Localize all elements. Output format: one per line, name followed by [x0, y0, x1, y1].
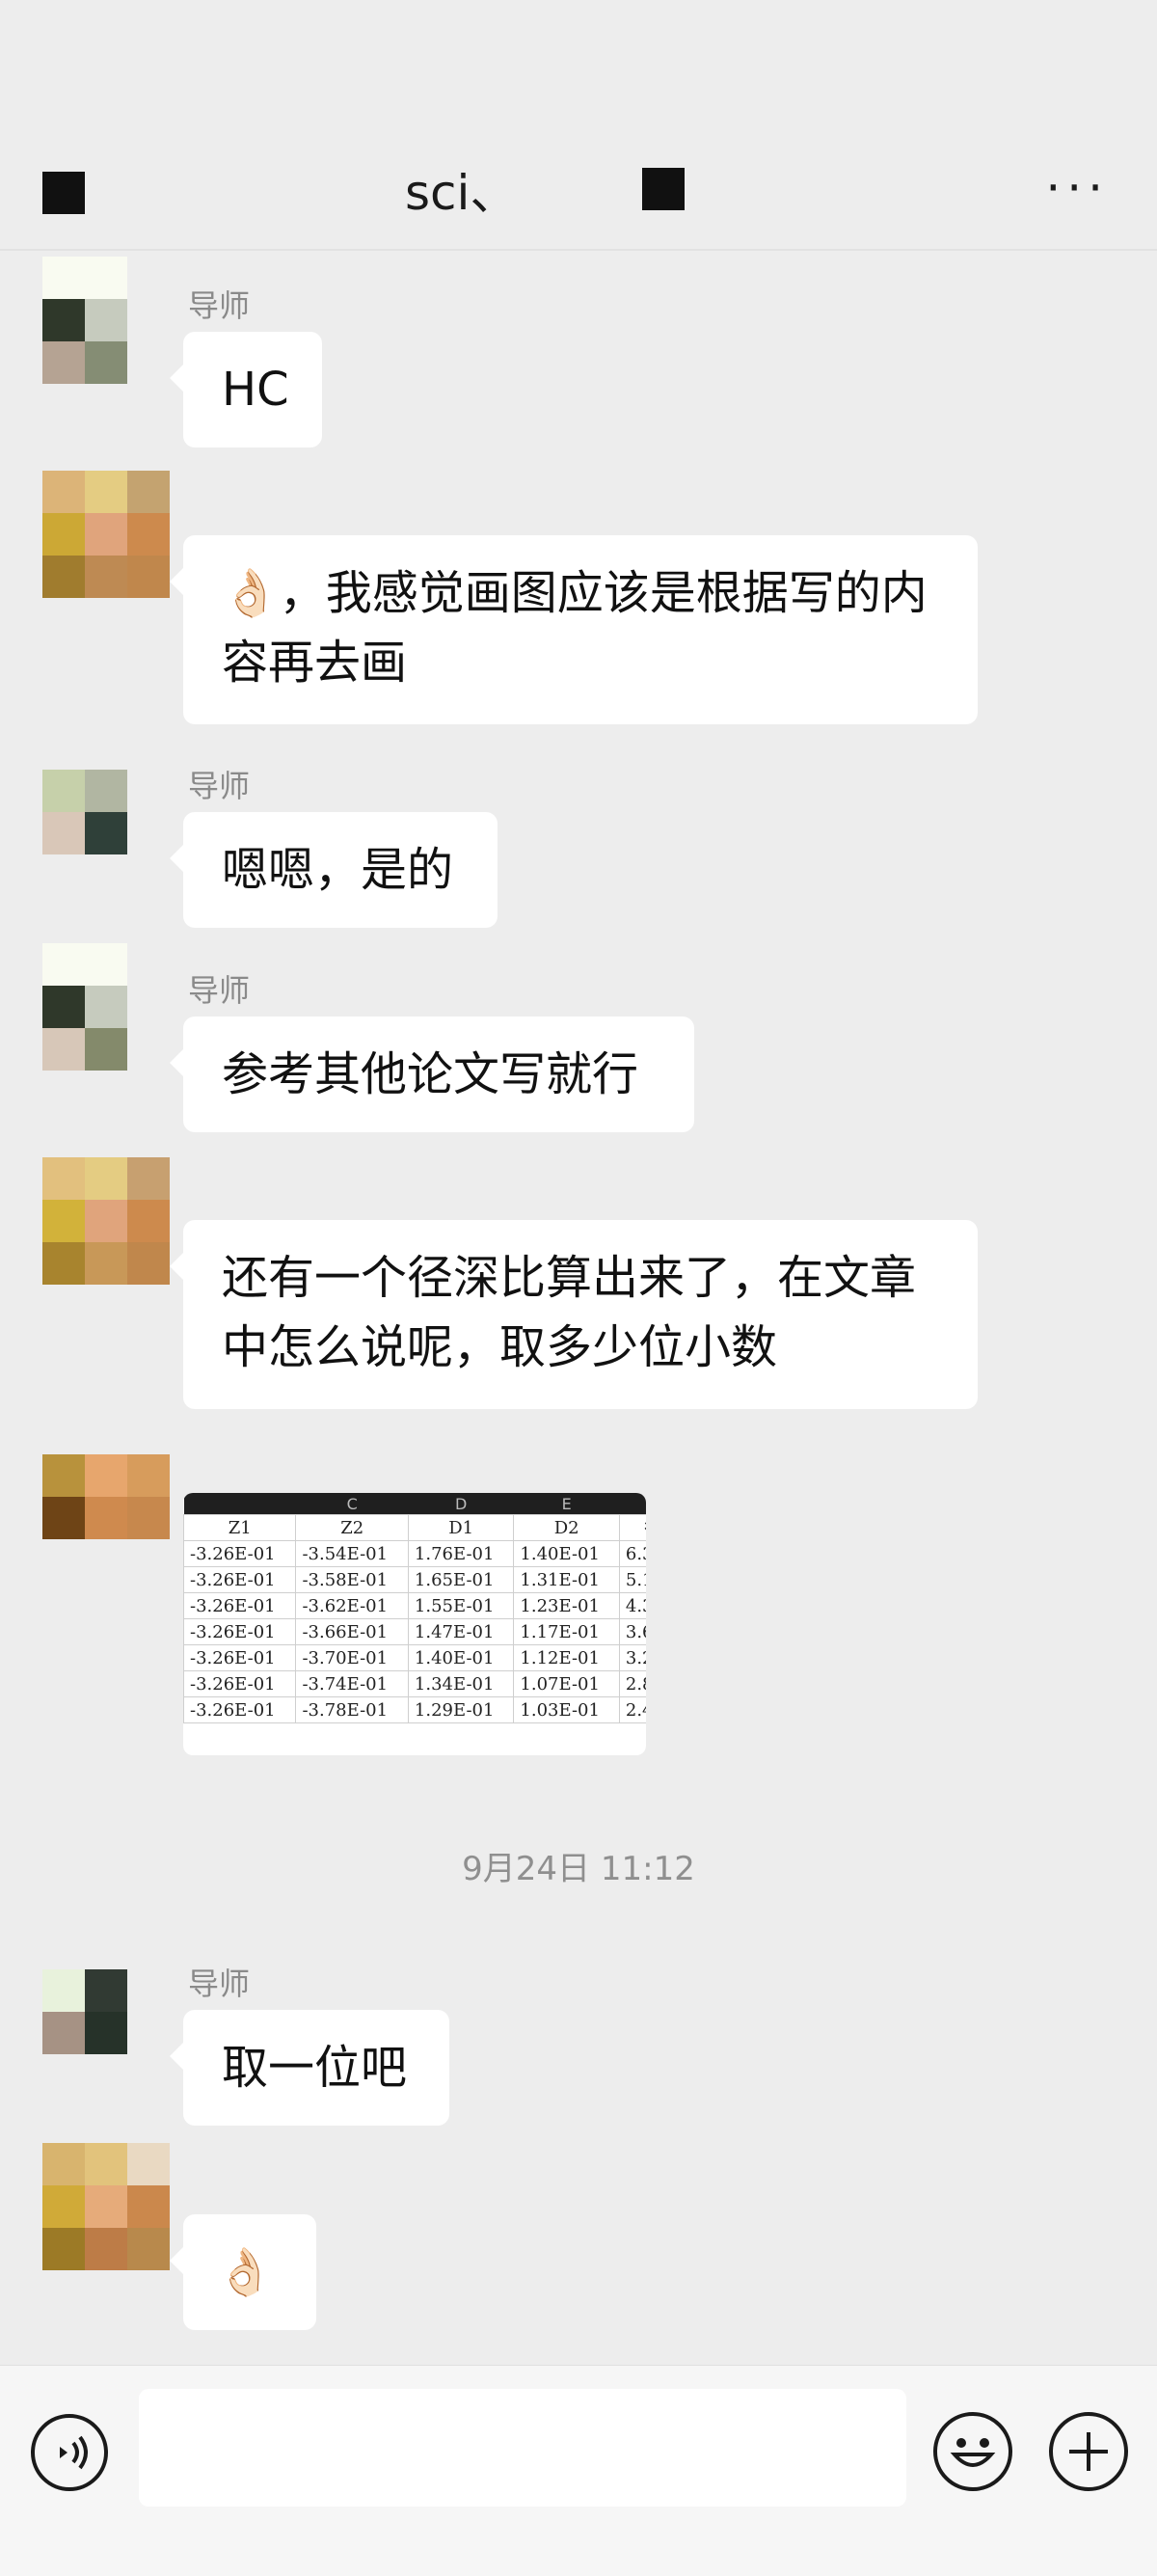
- avatar[interactable]: [42, 257, 131, 386]
- table-row: -3.26E-01-3.74E-011.34E-011.07E-012.8089: [183, 1670, 646, 1697]
- ok-hand-icon: 👌🏻: [222, 566, 280, 620]
- table-row: -3.26E-01-3.58E-011.65E-011.31E-015.1602: [183, 1566, 646, 1593]
- cell: -3.26E-01: [183, 1540, 297, 1567]
- cell: 1.40E-01: [513, 1540, 620, 1567]
- cell: 1.31E-01: [513, 1566, 620, 1593]
- cell: -3.26E-01: [183, 1670, 297, 1697]
- cell: 1.76E-01: [407, 1540, 515, 1567]
- header-row: Z1 Z2 D1 D2 径深: [183, 1514, 646, 1541]
- sender-name: 导师: [188, 287, 251, 324]
- cell: 5.1602: [618, 1566, 646, 1593]
- cell: 3.6924: [618, 1618, 646, 1645]
- cell: 1.17E-01: [513, 1618, 620, 1645]
- emoji-button[interactable]: [933, 2412, 1012, 2491]
- message-bubble[interactable]: 还有一个径深比算出来了，在文章中怎么说呢，取多少位小数: [170, 1220, 978, 1409]
- smiley-icon: [950, 2438, 996, 2467]
- header-cell: D1: [407, 1514, 515, 1541]
- cell: -3.54E-01: [295, 1540, 409, 1567]
- message-text: 参考其他论文写就行: [222, 1047, 639, 1101]
- message-text: ，我感觉画图应该是根据写的内容再去画: [222, 566, 928, 690]
- column-letter: D: [408, 1493, 514, 1515]
- table-row: -3.26E-01-3.62E-011.55E-011.23E-014.3246: [183, 1592, 646, 1619]
- avatar[interactable]: [42, 471, 172, 600]
- cell: 1.34E-01: [407, 1670, 515, 1697]
- cell: 2.8089: [618, 1670, 646, 1697]
- cell: -3.26E-01: [183, 1644, 297, 1671]
- chat-header: sci、 ···: [0, 145, 1157, 251]
- cell: -3.58E-01: [295, 1566, 409, 1593]
- cell: -3.26E-01: [183, 1592, 297, 1619]
- chat-title: sci、: [405, 165, 519, 221]
- header-cell: Z1: [183, 1514, 297, 1541]
- cell: -3.26E-01: [183, 1696, 297, 1723]
- cell: 1.55E-01: [407, 1592, 515, 1619]
- cell: -3.78E-01: [295, 1696, 409, 1723]
- avatar[interactable]: [42, 1157, 172, 1287]
- message-bubble[interactable]: 👌🏻，我感觉画图应该是根据写的内容再去画: [170, 535, 978, 724]
- avatar[interactable]: [42, 2143, 172, 2272]
- header-cell: Z2: [295, 1514, 409, 1541]
- cell: -3.26E-01: [183, 1566, 297, 1593]
- table-row: -3.26E-01-3.78E-011.29E-011.03E-012.4913: [183, 1696, 646, 1723]
- cell: 6.3047: [618, 1540, 646, 1567]
- column-letter: C: [295, 1493, 409, 1515]
- cell: -3.74E-01: [295, 1670, 409, 1697]
- voice-icon: [60, 2435, 88, 2470]
- message-bubble[interactable]: 👌🏻: [170, 2214, 316, 2330]
- message-bubble[interactable]: HC: [170, 332, 322, 447]
- message-text: 嗯嗯，是的: [222, 843, 454, 897]
- column-letter-row: C D E: [183, 1493, 646, 1515]
- plus-icon: [1069, 2432, 1108, 2471]
- header-cell: 径深: [618, 1514, 646, 1541]
- sender-name: 导师: [188, 768, 251, 804]
- cell: -3.62E-01: [295, 1592, 409, 1619]
- cell: 1.12E-01: [513, 1644, 620, 1671]
- input-bar: [0, 2365, 1157, 2576]
- column-letter: [183, 1493, 296, 1515]
- cell: 1.47E-01: [407, 1618, 515, 1645]
- more-actions-button[interactable]: [1049, 2412, 1128, 2491]
- avatar[interactable]: [42, 770, 131, 899]
- cell: 4.3246: [618, 1592, 646, 1619]
- cell: 1.29E-01: [407, 1696, 515, 1723]
- message-text: 还有一个径深比算出来了，在文章中怎么说呢，取多少位小数: [222, 1251, 917, 1374]
- message-bubble[interactable]: 取一位吧: [170, 2010, 449, 2126]
- spreadsheet-table: C D E Z1 Z2 D1 D2 径深 -3.26E-01-3.54E-011…: [183, 1493, 646, 1723]
- cell: 1.65E-01: [407, 1566, 515, 1593]
- header-divider: [0, 249, 1157, 251]
- ok-hand-icon: 👌🏻: [216, 2245, 274, 2299]
- cell: 1.23E-01: [513, 1592, 620, 1619]
- header-cell: D2: [513, 1514, 620, 1541]
- cell: 1.40E-01: [407, 1644, 515, 1671]
- timestamp: 9月24日 11:12: [462, 1850, 695, 1888]
- back-button[interactable]: [42, 172, 85, 214]
- cell: 1.03E-01: [513, 1696, 620, 1723]
- redaction-block: [642, 168, 685, 210]
- message-input[interactable]: [139, 2389, 906, 2507]
- message-text: HC: [222, 363, 289, 417]
- more-options-button[interactable]: ···: [1045, 164, 1109, 212]
- table-row: -3.26E-01-3.70E-011.40E-011.12E-013.2005: [183, 1644, 646, 1671]
- table-row: -3.26E-01-3.66E-011.47E-011.17E-013.6924: [183, 1618, 646, 1645]
- cell: -3.70E-01: [295, 1644, 409, 1671]
- sender-name: 导师: [188, 1966, 251, 2002]
- avatar[interactable]: [42, 1969, 131, 2099]
- column-letter: E: [513, 1493, 620, 1515]
- avatar[interactable]: [42, 943, 131, 1072]
- avatar[interactable]: [42, 1454, 172, 1584]
- column-letter: [619, 1493, 646, 1515]
- message-bubble[interactable]: 嗯嗯，是的: [170, 812, 498, 928]
- cell: 2.4913: [618, 1696, 646, 1723]
- spreadsheet-image[interactable]: C D E Z1 Z2 D1 D2 径深 -3.26E-01-3.54E-011…: [183, 1493, 646, 1755]
- table-row: -3.26E-01-3.54E-011.76E-011.40E-016.3047: [183, 1540, 646, 1567]
- cell: -3.66E-01: [295, 1618, 409, 1645]
- cell: 1.07E-01: [513, 1670, 620, 1697]
- cell: -3.26E-01: [183, 1618, 297, 1645]
- voice-input-button[interactable]: [31, 2414, 108, 2491]
- message-text: 取一位吧: [222, 2041, 408, 2095]
- cell: 3.2005: [618, 1644, 646, 1671]
- message-bubble[interactable]: 参考其他论文写就行: [170, 1017, 694, 1132]
- sender-name: 导师: [188, 972, 251, 1009]
